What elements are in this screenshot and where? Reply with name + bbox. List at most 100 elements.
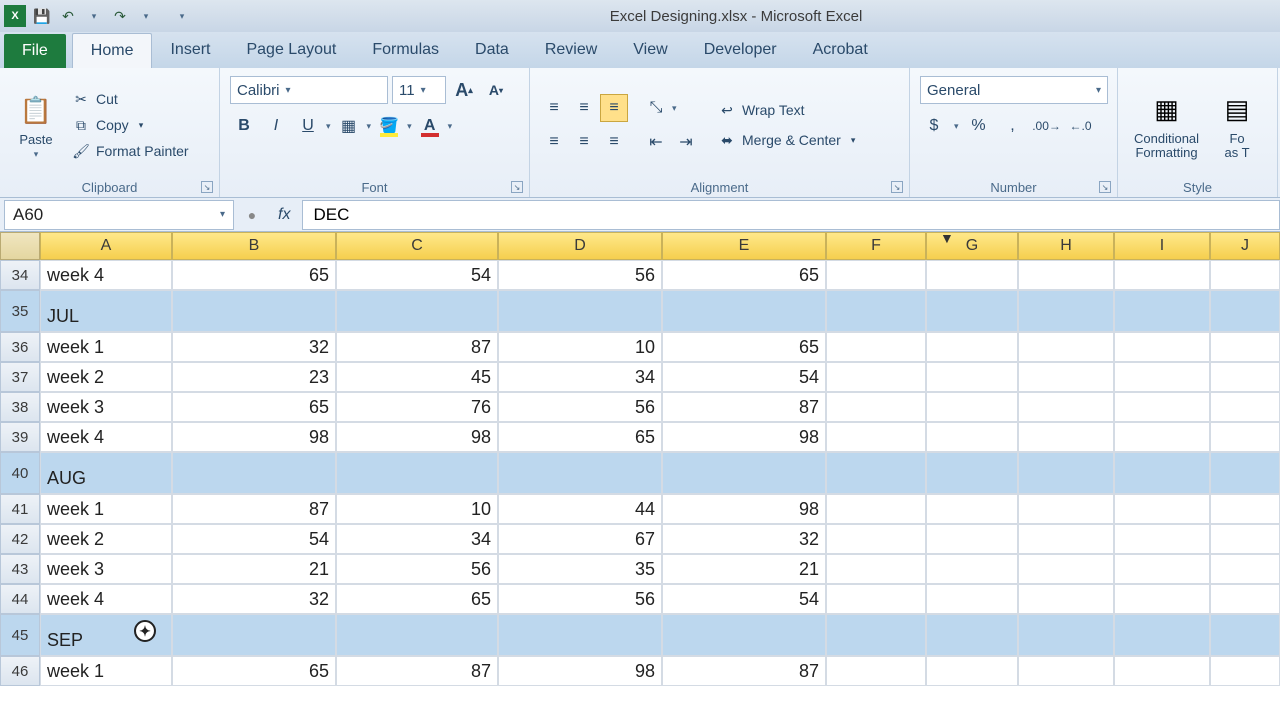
column-header-F[interactable]: F: [826, 232, 926, 260]
ribbon-tab-acrobat[interactable]: Acrobat: [795, 33, 886, 68]
cell[interactable]: [826, 494, 926, 524]
cell[interactable]: [1018, 260, 1114, 290]
cell[interactable]: [826, 554, 926, 584]
wrap-text-button[interactable]: ↩Wrap Text: [714, 100, 859, 120]
format-as-table-button[interactable]: ▤ Fo as T: [1211, 88, 1263, 163]
ribbon-tab-data[interactable]: Data: [457, 33, 527, 68]
cell[interactable]: 32: [172, 584, 336, 614]
cell[interactable]: week 1: [40, 656, 172, 686]
cell[interactable]: 54: [336, 260, 498, 290]
cell[interactable]: [1018, 554, 1114, 584]
cell[interactable]: [926, 584, 1018, 614]
cell[interactable]: [662, 290, 826, 332]
cell[interactable]: [1210, 494, 1280, 524]
cell[interactable]: [1210, 290, 1280, 332]
cell[interactable]: week 4: [40, 260, 172, 290]
align-center-icon[interactable]: ≡: [570, 128, 598, 156]
ribbon-tab-formulas[interactable]: Formulas: [354, 33, 457, 68]
cell[interactable]: week 4: [40, 584, 172, 614]
row-header[interactable]: 41: [0, 494, 40, 524]
cell[interactable]: 54: [172, 524, 336, 554]
cell[interactable]: [1114, 554, 1210, 584]
align-left-icon[interactable]: ≡: [540, 128, 568, 156]
cell[interactable]: 65: [662, 260, 826, 290]
cell[interactable]: 98: [172, 422, 336, 452]
cell[interactable]: week 2: [40, 362, 172, 392]
cell[interactable]: [1210, 332, 1280, 362]
cell[interactable]: [926, 290, 1018, 332]
cell[interactable]: [1114, 290, 1210, 332]
column-header-E[interactable]: E: [662, 232, 826, 260]
column-header-C[interactable]: C: [336, 232, 498, 260]
percent-icon[interactable]: %: [965, 112, 993, 140]
cell[interactable]: [1114, 332, 1210, 362]
merge-center-button[interactable]: ⬌Merge & Center▾: [714, 130, 859, 150]
bold-button[interactable]: B: [230, 112, 258, 140]
ribbon-tab-view[interactable]: View: [615, 33, 685, 68]
fx-icon[interactable]: fx: [272, 206, 296, 224]
cell[interactable]: [1210, 554, 1280, 584]
cell[interactable]: [1114, 452, 1210, 494]
format-painter-button[interactable]: 🖌Format Painter: [68, 141, 193, 161]
currency-icon[interactable]: $: [920, 112, 948, 140]
increase-indent-icon[interactable]: ⇥: [672, 128, 700, 156]
cell[interactable]: 98: [662, 494, 826, 524]
clipboard-launcher-icon[interactable]: ↘: [201, 181, 213, 193]
cell[interactable]: 56: [336, 554, 498, 584]
qat-customize-icon[interactable]: ▾: [172, 6, 192, 26]
cell[interactable]: 87: [662, 392, 826, 422]
column-header-A[interactable]: A: [40, 232, 172, 260]
cell[interactable]: [1114, 524, 1210, 554]
cell[interactable]: [1114, 260, 1210, 290]
cell[interactable]: 34: [498, 362, 662, 392]
ribbon-tab-page-layout[interactable]: Page Layout: [228, 33, 354, 68]
column-header-H[interactable]: H: [1018, 232, 1114, 260]
column-header-B[interactable]: B: [172, 232, 336, 260]
cell[interactable]: [826, 290, 926, 332]
orientation-icon[interactable]: ⤡: [642, 94, 670, 122]
cell[interactable]: [1114, 422, 1210, 452]
cell[interactable]: [1210, 260, 1280, 290]
cell[interactable]: [1114, 494, 1210, 524]
cell[interactable]: week 3: [40, 392, 172, 422]
cell[interactable]: 65: [172, 260, 336, 290]
cell[interactable]: week 2: [40, 524, 172, 554]
cell[interactable]: 65: [498, 422, 662, 452]
cell[interactable]: [826, 524, 926, 554]
cell[interactable]: [826, 452, 926, 494]
font-launcher-icon[interactable]: ↘: [511, 181, 523, 193]
cell[interactable]: [926, 614, 1018, 656]
cell[interactable]: 56: [498, 584, 662, 614]
cell[interactable]: [662, 452, 826, 494]
ribbon-tab-developer[interactable]: Developer: [686, 33, 795, 68]
cell[interactable]: [926, 422, 1018, 452]
cell[interactable]: [1210, 452, 1280, 494]
row-header[interactable]: 36: [0, 332, 40, 362]
cell[interactable]: [498, 452, 662, 494]
font-name-select[interactable]: Calibri▾: [230, 76, 388, 104]
row-header[interactable]: 38: [0, 392, 40, 422]
cell[interactable]: [826, 614, 926, 656]
cell[interactable]: [826, 332, 926, 362]
underline-button[interactable]: U: [294, 112, 322, 140]
cell[interactable]: [172, 452, 336, 494]
cell[interactable]: [1210, 656, 1280, 686]
cell[interactable]: 34: [336, 524, 498, 554]
cell[interactable]: 65: [336, 584, 498, 614]
cell[interactable]: [926, 332, 1018, 362]
cell[interactable]: [926, 554, 1018, 584]
number-launcher-icon[interactable]: ↘: [1099, 181, 1111, 193]
cell[interactable]: [1210, 362, 1280, 392]
cell[interactable]: [826, 422, 926, 452]
cell[interactable]: [1018, 422, 1114, 452]
cell[interactable]: [1018, 656, 1114, 686]
cancel-formula-icon[interactable]: ●: [238, 201, 266, 229]
row-header[interactable]: 46: [0, 656, 40, 686]
cell[interactable]: [926, 524, 1018, 554]
cell[interactable]: 87: [336, 656, 498, 686]
cell[interactable]: [1210, 392, 1280, 422]
undo-more-icon[interactable]: ▾: [84, 6, 104, 26]
cell[interactable]: [926, 260, 1018, 290]
cell[interactable]: [662, 614, 826, 656]
row-header[interactable]: 43: [0, 554, 40, 584]
